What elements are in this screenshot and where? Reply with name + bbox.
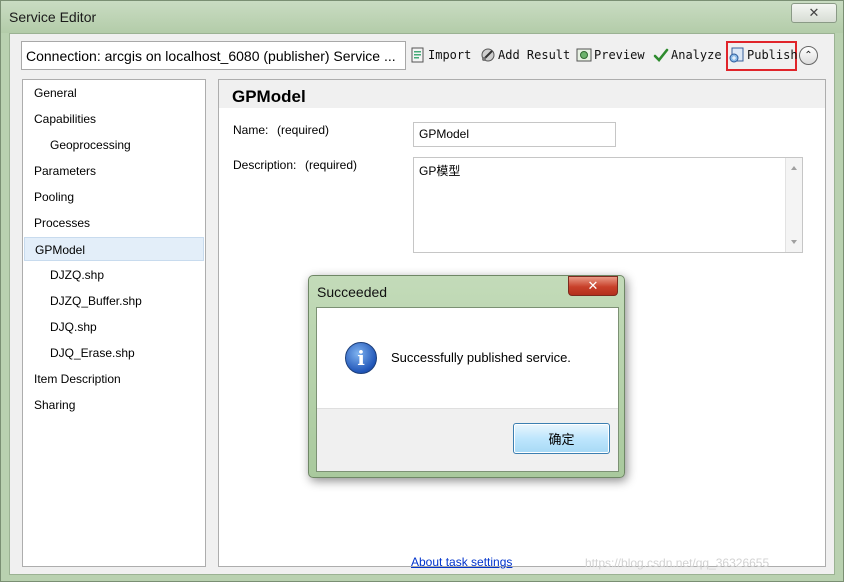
- panel-header: GPModel: [219, 80, 825, 108]
- nav-label: Item Description: [34, 372, 121, 386]
- close-icon: ✕: [808, 5, 820, 20]
- nav-item-parameters[interactable]: Parameters: [24, 159, 204, 183]
- nav-label: DJQ.shp: [50, 320, 97, 334]
- scroll-down-arrow-icon[interactable]: [791, 240, 797, 244]
- watermark: https://blog.csdn.net/qq_36326655: [585, 556, 770, 570]
- dialog-close-button[interactable]: ✕: [568, 276, 618, 296]
- description-text: GP模型: [419, 164, 461, 178]
- add-result-icon: [479, 47, 496, 64]
- checkmark-icon: [652, 47, 669, 64]
- description-required-label: (required): [305, 158, 358, 172]
- publish-label: Publish: [747, 48, 798, 62]
- description-label: Description:: [233, 158, 297, 172]
- description-field[interactable]: GP模型: [413, 157, 803, 253]
- info-glyph: i: [357, 346, 365, 370]
- nav-label: GPModel: [35, 243, 86, 257]
- nav-label: DJZQ_Buffer.shp: [50, 294, 142, 308]
- add-result-button[interactable]: Add Result: [479, 44, 570, 66]
- nav-label: Processes: [34, 216, 91, 230]
- settings-nav-list: General Capabilities Geoprocessing Param…: [22, 79, 206, 567]
- title-bar: Service Editor ✕: [1, 1, 843, 33]
- dialog-body: i Successfully published service. 确定: [316, 307, 619, 472]
- window-title: Service Editor: [9, 9, 97, 25]
- scroll-up-arrow-icon[interactable]: [791, 166, 797, 170]
- info-icon: i: [345, 342, 377, 374]
- import-icon: [409, 47, 426, 64]
- nav-item-djzq-buffer[interactable]: DJZQ_Buffer.shp: [24, 289, 204, 313]
- name-label: Name:: [233, 123, 269, 137]
- nav-item-processes[interactable]: Processes: [24, 211, 204, 235]
- preview-button[interactable]: Preview: [575, 44, 645, 66]
- nav-item-item-description[interactable]: Item Description: [24, 367, 204, 391]
- nav-item-general[interactable]: General: [24, 81, 204, 105]
- collapse-toolbar-button[interactable]: ⌃: [799, 46, 818, 65]
- description-scrollbar[interactable]: [785, 158, 802, 252]
- name-field[interactable]: GPModel: [413, 122, 616, 147]
- panel-title: GPModel: [232, 87, 306, 106]
- nav-label: DJZQ.shp: [50, 268, 105, 282]
- window-close-button[interactable]: ✕: [791, 3, 837, 23]
- dialog-message: Successfully published service.: [391, 350, 571, 365]
- dialog-footer: 确定: [317, 408, 618, 471]
- nav-label: Parameters: [34, 164, 97, 178]
- close-icon: ✕: [587, 278, 599, 293]
- analyze-label: Analyze: [671, 48, 722, 62]
- import-button[interactable]: Import: [409, 44, 471, 66]
- ok-label: 确定: [548, 432, 575, 447]
- nav-item-djq[interactable]: DJQ.shp: [24, 315, 204, 339]
- publish-button[interactable]: Publish: [728, 44, 798, 66]
- nav-item-djq-erase[interactable]: DJQ_Erase.shp: [24, 341, 204, 365]
- service-editor-window: Service Editor ✕ Connection: arcgis on l…: [0, 0, 844, 582]
- dialog-title: Succeeded: [317, 284, 388, 300]
- succeeded-dialog: Succeeded ✕ i Successfully published ser…: [308, 275, 625, 478]
- chevron-up-icon: ⌃: [804, 50, 813, 61]
- nav-label: Sharing: [34, 398, 76, 412]
- nav-label: Capabilities: [34, 112, 97, 126]
- add-result-label: Add Result: [498, 48, 571, 62]
- nav-label: General: [34, 86, 77, 100]
- nav-item-djzq[interactable]: DJZQ.shp: [24, 263, 204, 287]
- about-task-settings-link[interactable]: About task settings: [411, 555, 512, 569]
- nav-item-pooling[interactable]: Pooling: [24, 185, 204, 209]
- nav-label: Geoprocessing: [50, 138, 131, 152]
- nav-label: DJQ_Erase.shp: [50, 346, 135, 360]
- import-label: Import: [428, 48, 472, 62]
- nav-label: Pooling: [34, 190, 75, 204]
- nav-item-capabilities[interactable]: Capabilities: [24, 107, 204, 131]
- connection-display[interactable]: Connection: arcgis on localhost_6080 (pu…: [21, 41, 406, 70]
- publish-icon: [728, 47, 745, 64]
- preview-label: Preview: [594, 48, 645, 62]
- preview-icon: [575, 47, 592, 64]
- ok-button[interactable]: 确定: [513, 423, 610, 454]
- nav-item-sharing[interactable]: Sharing: [24, 393, 204, 417]
- nav-item-geoprocessing[interactable]: Geoprocessing: [24, 133, 204, 157]
- name-required-label: (required): [277, 123, 330, 137]
- nav-item-gpmodel[interactable]: GPModel: [24, 237, 204, 261]
- analyze-button[interactable]: Analyze: [652, 44, 722, 66]
